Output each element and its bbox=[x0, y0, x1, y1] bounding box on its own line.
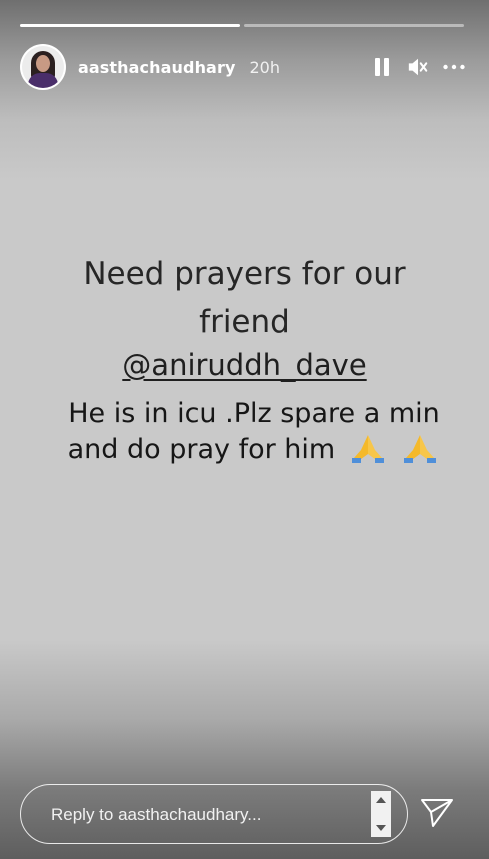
send-icon[interactable] bbox=[418, 794, 456, 832]
scroll-up-arrow-icon[interactable] bbox=[376, 797, 386, 803]
more-options-icon[interactable] bbox=[443, 56, 465, 78]
username[interactable]: aasthachaudhary bbox=[78, 58, 235, 77]
reply-scrollbar[interactable] bbox=[371, 791, 391, 837]
avatar[interactable] bbox=[20, 44, 66, 90]
story-progress bbox=[20, 24, 464, 27]
mention-text: @aniruddh_dave bbox=[122, 348, 367, 382]
avatar-image bbox=[22, 46, 64, 88]
story-message: He is in icu .Plz spare a min and do pra… bbox=[44, 396, 464, 468]
mention-link[interactable]: @aniruddh_dave bbox=[0, 348, 489, 382]
message-line: He is in icu .Plz spare a min bbox=[68, 398, 440, 429]
timestamp: 20h bbox=[249, 57, 280, 77]
progress-segment bbox=[20, 24, 240, 27]
story-viewer: aasthachaudhary 20h Need prayers for our… bbox=[0, 0, 489, 859]
pause-icon[interactable] bbox=[371, 56, 393, 78]
reply-input[interactable] bbox=[49, 801, 373, 829]
progress-fill bbox=[20, 24, 240, 27]
story-text-line: friend bbox=[199, 304, 290, 340]
muted-speaker-icon[interactable] bbox=[407, 56, 429, 78]
scroll-down-arrow-icon[interactable] bbox=[376, 825, 386, 831]
reply-field bbox=[20, 784, 408, 844]
progress-segment bbox=[244, 24, 464, 27]
folded-hands-icon bbox=[351, 435, 384, 463]
story-text-line: Need prayers for our bbox=[83, 256, 406, 292]
story-controls bbox=[371, 56, 465, 78]
message-line-text: and do pray for him bbox=[67, 434, 336, 465]
folded-hands-icon bbox=[404, 435, 437, 463]
message-line-2: and do pray for him bbox=[44, 432, 464, 468]
story-header: aasthachaudhary 20h bbox=[20, 44, 465, 90]
